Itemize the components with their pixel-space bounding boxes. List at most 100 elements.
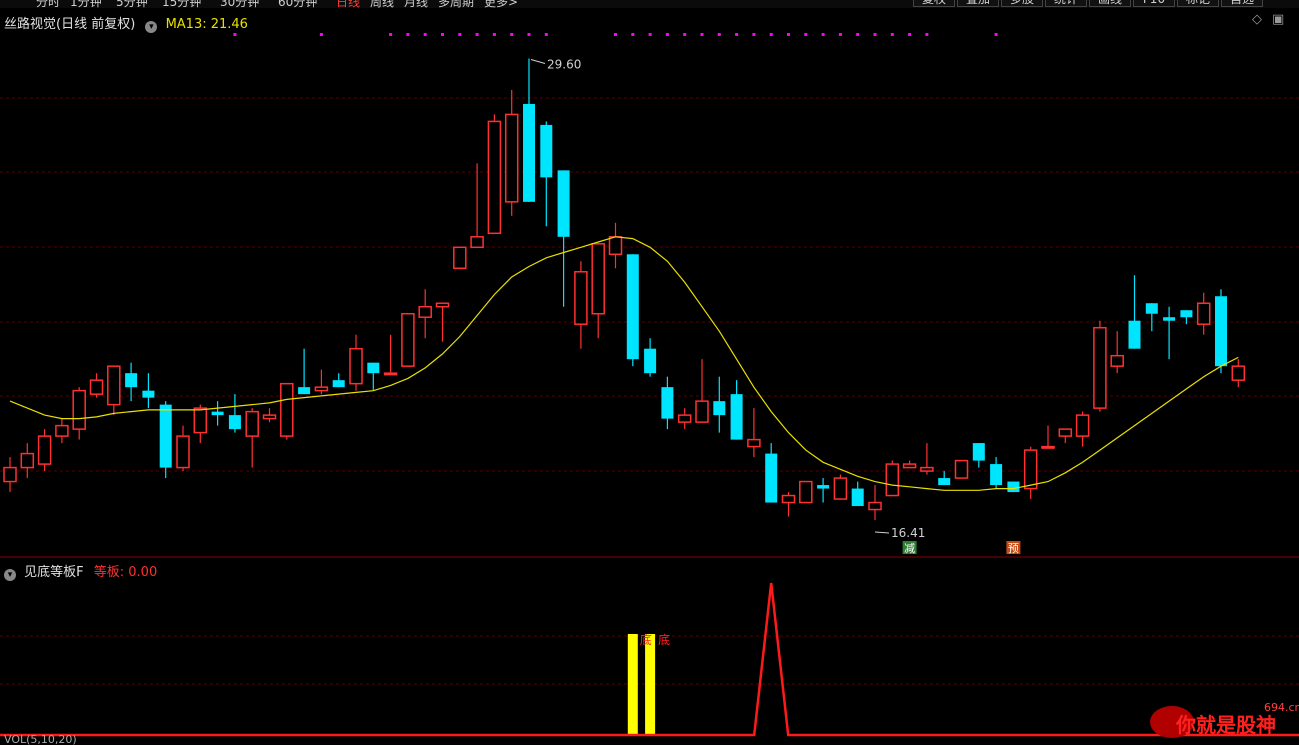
signal-dot-6 (458, 33, 462, 36)
candle-39 (677, 408, 692, 430)
candle-33 (574, 261, 588, 349)
candle-37 (644, 338, 657, 377)
candle-29 (504, 89, 519, 216)
candle-12 (211, 401, 224, 426)
signal-dot-28 (890, 33, 894, 36)
candle-31 (540, 121, 553, 227)
pre-signal-text: 预 (1008, 542, 1019, 555)
candle-10 (176, 425, 190, 472)
candle-30 (523, 58, 535, 202)
candle-6 (107, 365, 121, 416)
low-price-label: 16.41 (891, 526, 925, 540)
candle-44 (765, 443, 778, 503)
candle-56 (972, 443, 985, 468)
candle-63 (1093, 320, 1107, 412)
candle-59 (1023, 446, 1038, 500)
candle-45 (781, 492, 796, 517)
signal-dot-21 (769, 33, 773, 36)
watermark-logo: 你就是股神 694.cn (1150, 701, 1299, 738)
candle-7 (125, 362, 138, 402)
candle-51 (885, 460, 900, 497)
candle-53 (920, 443, 934, 475)
candle-60 (1041, 425, 1055, 449)
candle-42 (730, 380, 743, 440)
candle-4 (72, 387, 86, 440)
signal-dot-12 (614, 33, 617, 36)
candle-17 (298, 348, 311, 395)
watermark-url: 694.cn (1264, 701, 1299, 714)
signal-dot-25 (838, 33, 842, 36)
signal-dot-20 (752, 33, 756, 36)
candle-49 (851, 481, 864, 507)
candle-28 (487, 114, 502, 235)
signal-dot-30 (925, 33, 929, 36)
candle-13 (228, 394, 241, 433)
signal-dot-29 (908, 33, 912, 36)
candle-66 (1145, 303, 1158, 332)
reduce-signal-text: 减 (904, 542, 915, 555)
candle-15 (262, 408, 277, 423)
candle-1 (20, 443, 35, 479)
signal-dot-16 (683, 33, 687, 36)
candle-65 (1128, 275, 1141, 349)
candle-3 (55, 418, 69, 444)
signal-dot-7 (475, 33, 479, 36)
candle-61 (1058, 428, 1073, 444)
signal-dot-10 (527, 33, 531, 36)
candle-41 (713, 376, 726, 433)
signal-dot-18 (717, 33, 721, 36)
candle-50 (868, 485, 882, 521)
candle-14 (245, 408, 259, 468)
bottom-signal-bar-0 (627, 634, 638, 735)
candle-38 (661, 376, 674, 430)
signal-dot-4 (423, 33, 427, 36)
signal-dot-26 (856, 33, 860, 36)
signal-dot-1 (319, 33, 323, 36)
candle-71 (1231, 359, 1246, 388)
signal-dot-5 (441, 33, 444, 36)
candle-48 (833, 474, 848, 500)
candle-34 (591, 243, 605, 339)
candle-64 (1110, 331, 1124, 374)
candle-9 (159, 401, 172, 479)
sub-signal-text-2: 底 (658, 632, 670, 647)
watermark-text: 你就是股神 (1175, 713, 1276, 737)
candle-16 (280, 382, 294, 440)
signal-dot-17 (700, 33, 704, 36)
candle-2 (37, 429, 52, 472)
candle-27 (470, 163, 484, 249)
low-arrow (874, 531, 890, 534)
signal-dot-31 (994, 33, 998, 36)
candle-67 (1163, 306, 1176, 360)
candle-21 (367, 362, 380, 391)
candle-5 (89, 373, 104, 398)
signal-dot-24 (821, 33, 825, 36)
signal-dot-3 (406, 33, 410, 36)
candle-8 (142, 373, 155, 409)
candle-55 (954, 459, 969, 479)
candle-70 (1215, 289, 1227, 374)
signal-dot-0 (233, 33, 237, 36)
candle-20 (349, 334, 363, 391)
candle-0 (3, 457, 17, 493)
sub-signal-text-1: 底 (640, 632, 652, 647)
signal-dot-22 (787, 33, 790, 36)
signal-dot-14 (648, 33, 652, 36)
signal-dot-8 (492, 33, 496, 36)
candle-32 (557, 170, 570, 307)
signal-dot-9 (510, 33, 514, 36)
signal-dot-2 (389, 33, 393, 36)
candle-43 (747, 408, 761, 458)
candle-22 (383, 334, 398, 376)
kline-chart[interactable]: 29.60 16.41 减 预 底 底 VOL(5,10,20) 你就是股神 6… (0, 0, 1299, 745)
candle-24 (418, 289, 432, 339)
candle-62 (1075, 411, 1090, 447)
bottom-signal-bar-1 (645, 634, 656, 735)
candle-26 (453, 246, 467, 270)
candle-35 (608, 222, 623, 269)
ma13-line (9, 236, 1239, 491)
candle-57 (990, 457, 1003, 489)
signal-dot-27 (873, 33, 877, 36)
candle-19 (332, 373, 345, 388)
candle-23 (401, 312, 415, 367)
